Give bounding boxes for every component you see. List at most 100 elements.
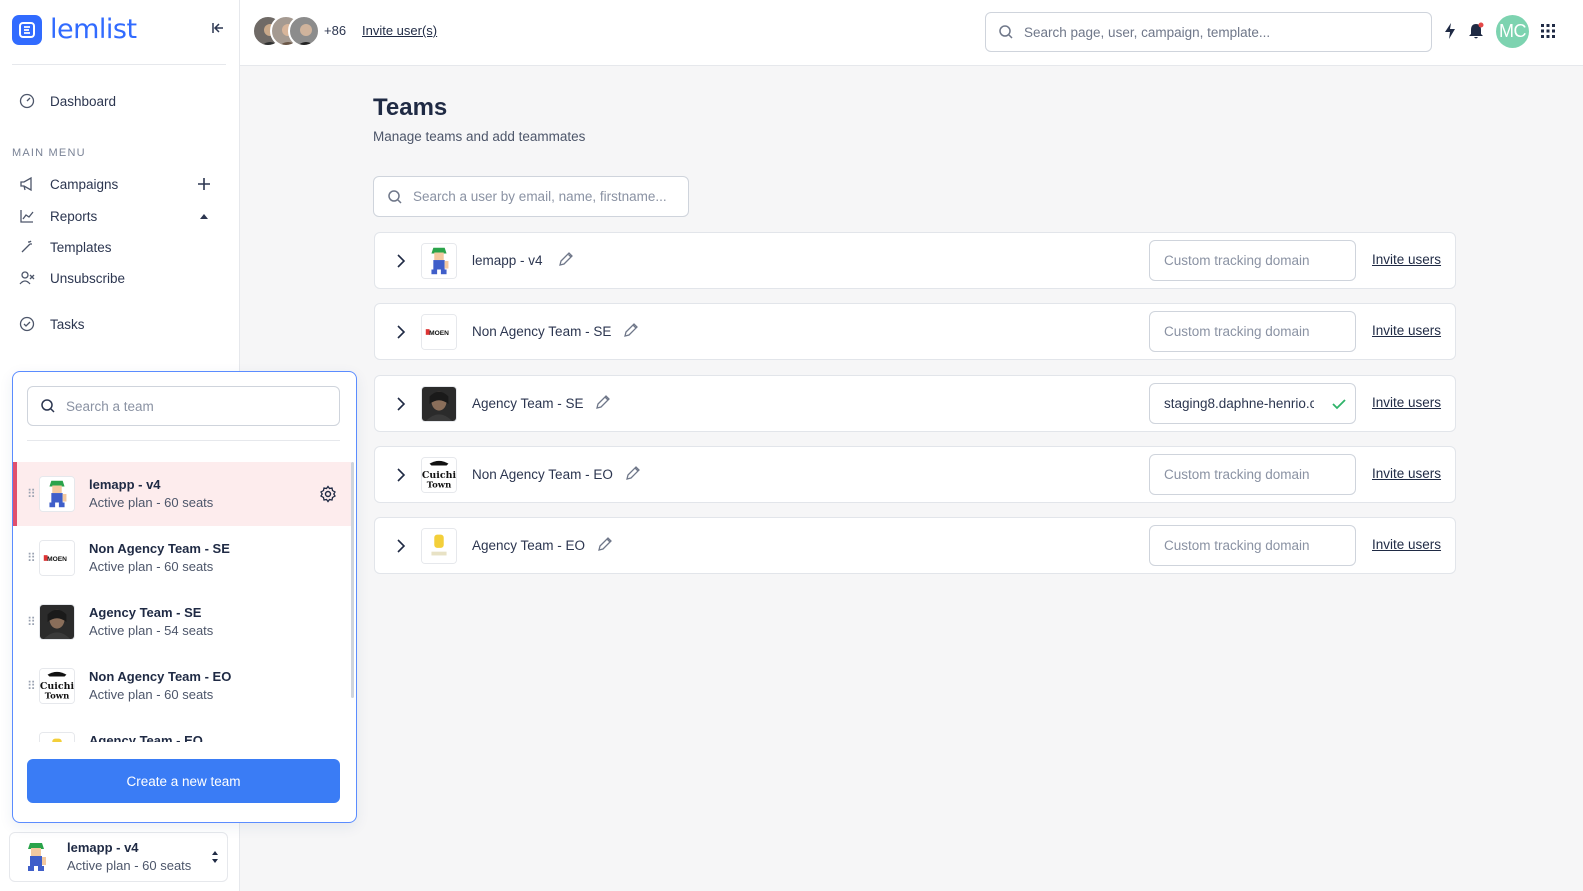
- team-list: ⠿ lemapp - v4 Active plan - 60 seats ⠿ N…: [13, 462, 351, 742]
- expand-team-button[interactable]: [391, 251, 411, 271]
- team-name: Non Agency Team - EO: [472, 467, 613, 482]
- invite-users-button[interactable]: Invite users: [1372, 252, 1441, 267]
- tracking-domain-input[interactable]: [1164, 538, 1314, 553]
- sidebar-item-campaigns[interactable]: Campaigns: [18, 173, 118, 195]
- expand-team-button[interactable]: [391, 322, 411, 342]
- chevron-right-icon: [397, 539, 406, 553]
- drag-handle-icon[interactable]: ⠿: [27, 551, 36, 565]
- tracking-domain-input[interactable]: [1164, 253, 1314, 268]
- tracking-domain-field[interactable]: [1149, 525, 1356, 566]
- team-card: Non Agency Team - EO Invite users: [374, 446, 1456, 503]
- invite-users-button[interactable]: Invite users: [1372, 323, 1441, 338]
- team-name: lemapp - v4: [89, 477, 161, 492]
- top-header: +86 Invite user(s) MC: [240, 0, 1583, 66]
- user-search-input[interactable]: [413, 189, 673, 204]
- sort-arrows-icon: [212, 851, 218, 863]
- add-campaign-button[interactable]: [196, 176, 212, 192]
- lemlist-logo[interactable]: lemlist: [12, 14, 137, 45]
- user-remove-icon: [18, 269, 36, 287]
- grid-icon: [1541, 24, 1555, 38]
- team-card: Agency Team - SE Invite users: [374, 375, 1456, 432]
- drag-handle-icon[interactable]: ⠿: [27, 487, 36, 501]
- team-card: Agency Team - EO Invite users: [374, 517, 1456, 574]
- sidebar-item-reports[interactable]: Reports: [18, 205, 97, 227]
- check-icon: [1332, 399, 1346, 410]
- team-plan: Active plan - 54 seats: [89, 623, 214, 638]
- gear-icon[interactable]: [319, 485, 337, 503]
- user-search-field[interactable]: [373, 176, 689, 217]
- team-search-input[interactable]: [66, 398, 316, 414]
- megaphone-icon: [18, 175, 36, 193]
- team-avatar: [39, 540, 75, 576]
- avatar: [288, 15, 320, 47]
- dashboard-icon: [18, 92, 36, 110]
- collapse-sidebar-button[interactable]: [208, 18, 228, 38]
- sidebar-item-label: Templates: [50, 239, 112, 255]
- notifications-button[interactable]: [1466, 20, 1486, 42]
- tracking-domain-field[interactable]: [1149, 311, 1356, 352]
- team-list-item[interactable]: ⠿ lemapp - v4 Active plan - 60 seats: [13, 462, 351, 526]
- tracking-domain-input[interactable]: [1164, 396, 1314, 411]
- pencil-icon[interactable]: [557, 250, 575, 268]
- expand-team-button[interactable]: [391, 465, 411, 485]
- current-team-selector[interactable]: lemapp - v4 Active plan - 60 seats: [9, 832, 228, 882]
- invite-users-button[interactable]: Invite users: [1372, 537, 1441, 552]
- sidebar-item-dashboard[interactable]: Dashboard: [18, 90, 116, 112]
- invite-users-button[interactable]: Invite users: [1372, 466, 1441, 481]
- pencil-icon[interactable]: [622, 321, 640, 339]
- user-avatar[interactable]: MC: [1496, 15, 1529, 48]
- apps-grid-button[interactable]: [1538, 20, 1558, 42]
- sidebar-item-templates[interactable]: Templates: [18, 236, 112, 258]
- team-avatar: [39, 732, 75, 742]
- pencil-icon[interactable]: [624, 464, 642, 482]
- team-plan: Active plan - 60 seats: [89, 687, 214, 702]
- team-name: Agency Team - SE: [472, 396, 584, 411]
- member-avatars[interactable]: [252, 15, 320, 47]
- logo-text: lemlist: [50, 14, 137, 45]
- team-card: Non Agency Team - SE Invite users: [374, 303, 1456, 360]
- sidebar-item-label: Dashboard: [50, 93, 117, 109]
- lightning-button[interactable]: [1440, 20, 1460, 42]
- check-circle-icon: [18, 315, 36, 333]
- team-list-item[interactable]: ⠿ Non Agency Team - SE Active plan - 60 …: [13, 526, 351, 590]
- tracking-domain-input[interactable]: [1164, 324, 1314, 339]
- team-name: Non Agency Team - SE: [472, 324, 612, 339]
- invite-users-button[interactable]: Invite users: [1372, 395, 1441, 410]
- global-search-field[interactable]: [985, 12, 1432, 52]
- create-team-button[interactable]: Create a new team: [27, 759, 340, 803]
- reports-toggle[interactable]: [196, 208, 212, 224]
- sidebar-item-unsubscribe[interactable]: Unsubscribe: [18, 267, 125, 289]
- drag-handle-icon[interactable]: ⠿: [27, 615, 36, 629]
- team-list-item[interactable]: ⠿ Non Agency Team - EO Active plan - 60 …: [13, 654, 351, 718]
- tracking-domain-input[interactable]: [1164, 467, 1314, 482]
- tracking-domain-field[interactable]: [1149, 240, 1356, 281]
- tracking-domain-field[interactable]: [1149, 383, 1356, 424]
- team-name: Non Agency Team - SE: [89, 541, 230, 556]
- team-name: Agency Team - EO: [472, 538, 586, 553]
- tracking-domain-field[interactable]: [1149, 454, 1356, 495]
- team-list-scrollbar[interactable]: [351, 462, 354, 698]
- magic-wand-icon: [18, 238, 36, 256]
- team-search-field[interactable]: [27, 386, 340, 426]
- team-avatar: [18, 839, 54, 875]
- expand-team-button[interactable]: [391, 394, 411, 414]
- invite-users-link[interactable]: Invite user(s): [362, 23, 437, 38]
- expand-team-button[interactable]: [391, 536, 411, 556]
- team-list-item[interactable]: ⠿ Agency Team - EO: [13, 718, 351, 742]
- pencil-icon[interactable]: [596, 535, 614, 553]
- bell-icon: [1469, 22, 1484, 39]
- current-team-name: lemapp - v4: [67, 840, 139, 855]
- collapse-left-icon: [212, 23, 223, 33]
- team-list-item[interactable]: ⠿ Agency Team - SE Active plan - 54 seat…: [13, 590, 351, 654]
- sidebar-item-tasks[interactable]: Tasks: [18, 313, 85, 335]
- pencil-icon[interactable]: [594, 393, 612, 411]
- lemlist-logo-icon: [12, 14, 42, 45]
- current-team-plan: Active plan - 60 seats: [67, 858, 192, 873]
- global-search-input[interactable]: [1024, 24, 1414, 40]
- panel-divider: [27, 440, 340, 441]
- team-card: lemapp - v4 Invite users: [374, 232, 1456, 289]
- drag-handle-icon[interactable]: ⠿: [27, 679, 36, 693]
- team-switcher-panel: ⠿ lemapp - v4 Active plan - 60 seats ⠿ N…: [12, 371, 357, 823]
- team-avatar: [421, 243, 457, 279]
- search-icon: [41, 399, 55, 413]
